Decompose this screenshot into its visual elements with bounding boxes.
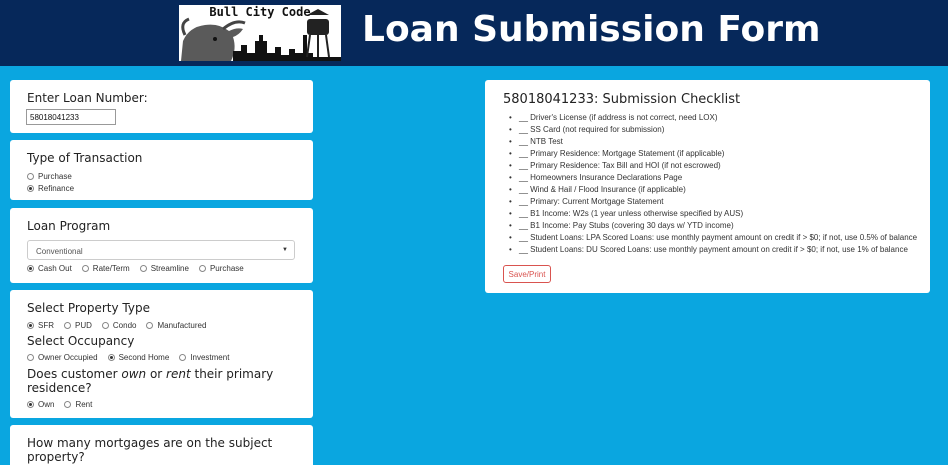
radio-icon [64, 321, 71, 329]
list-item: __ SS Card (not required for submission) [507, 124, 917, 136]
list-item: __ Student Loans: LPA Scored Loans: use … [507, 232, 917, 244]
loan-program-label: Loan Program [27, 219, 111, 233]
list-item: __ Primary Residence: Mortgage Statement… [507, 148, 917, 160]
radio-own[interactable]: Own [27, 398, 54, 410]
list-item: __ Wind & Hail / Flood Insurance (if app… [507, 184, 917, 196]
transaction-options: Purchase Refinance [27, 170, 74, 194]
mortgages-card: How many mortgages are on the subject pr… [10, 425, 313, 465]
list-item: __ Primary: Current Mortgage Statement [507, 196, 917, 208]
radio-label: Cash Out [38, 263, 72, 273]
radio-pud[interactable]: PUD [64, 319, 92, 331]
question-text: Does customer [27, 367, 122, 381]
radio-icon [107, 353, 115, 361]
loan-program-select[interactable]: Conventional ▼ [27, 240, 295, 260]
property-type-label: Select Property Type [27, 301, 150, 315]
radio-label: Rate/Term [92, 263, 130, 273]
question-rent: rent [166, 367, 191, 381]
radio-second-home[interactable]: Second Home [107, 351, 170, 363]
radio-label: Manufactured [157, 320, 207, 330]
residence-options: Own Rent [27, 398, 92, 410]
radio-icon [64, 400, 72, 408]
occupancy-options: Owner Occupied Second Home Investment [27, 351, 229, 363]
radio-icon [27, 353, 34, 361]
radio-icon [27, 172, 34, 180]
bull-city-code-logo: Bull City Code [179, 5, 341, 61]
radio-manufactured[interactable]: Manufactured [146, 319, 206, 331]
radio-icon [146, 321, 154, 329]
radio-label: Owner Occupied [38, 352, 98, 362]
list-item: __ Homeowners Insurance Declarations Pag… [507, 172, 917, 184]
radio-label: Condo [112, 320, 137, 330]
radio-investment[interactable]: Investment [179, 351, 229, 363]
radio-label: Second Home [118, 352, 170, 362]
loan-number-label: Enter Loan Number: [27, 91, 148, 105]
radio-owner-occupied[interactable]: Owner Occupied [27, 351, 98, 363]
list-item: __ NTB Test [507, 136, 917, 148]
logo-text: Bull City Code [209, 5, 311, 19]
radio-label: Streamline [150, 263, 189, 273]
property-card: Select Property Type SFR PUD Condo Manuf… [10, 290, 313, 418]
list-item: __ Primary Residence: Tax Bill and HOI (… [507, 160, 917, 172]
page-title: Loan Submission Form [362, 9, 821, 50]
transaction-type-label: Type of Transaction [27, 151, 143, 165]
radio-icon [101, 321, 109, 329]
radio-refinance[interactable]: Refinance [27, 182, 74, 194]
question-own: own [121, 367, 147, 381]
radio-icon [27, 184, 34, 192]
radio-sfr[interactable]: SFR [27, 319, 54, 331]
radio-label: Purchase [209, 263, 244, 273]
radio-cash-out[interactable]: Cash Out [27, 262, 72, 274]
checklist-title: 58018041233: Submission Checklist [503, 92, 741, 107]
radio-label: Refinance [38, 183, 75, 193]
radio-rent[interactable]: Rent [64, 398, 92, 410]
list-item: __ B1 Income: Pay Stubs (covering 30 day… [507, 220, 917, 232]
radio-label: SFR [38, 320, 54, 330]
property-type-options: SFR PUD Condo Manufactured [27, 319, 206, 331]
radio-streamline[interactable]: Streamline [139, 262, 189, 274]
checklist-list: __ Driver's License (if address is not c… [507, 112, 917, 256]
list-item: __ Student Loans: DU Scored Loans: use m… [507, 244, 917, 256]
radio-icon [27, 321, 34, 329]
program-options: Cash Out Rate/Term Streamline Purchase [27, 262, 244, 274]
radio-icon [198, 264, 206, 272]
loan-program-card: Loan Program Conventional ▼ Cash Out Rat… [10, 208, 313, 283]
app-header: Bull City Code Loan Submission Form [0, 0, 948, 66]
list-item: __ B1 Income: W2s (1 year unless otherwi… [507, 208, 917, 220]
radio-label: Rent [75, 399, 93, 409]
radio-rate-term[interactable]: Rate/Term [81, 262, 130, 274]
radio-label: Own [38, 399, 55, 409]
occupancy-label: Select Occupancy [27, 334, 135, 348]
select-value: Conventional [36, 247, 83, 256]
radio-label: Investment [190, 352, 230, 362]
radio-label: PUD [75, 320, 92, 330]
radio-purchase[interactable]: Purchase [27, 170, 74, 182]
radio-icon [27, 264, 34, 272]
radio-icon [27, 400, 34, 408]
list-item: __ Driver's License (if address is not c… [507, 112, 917, 124]
loan-number-card: Enter Loan Number: [10, 80, 313, 133]
transaction-type-card: Type of Transaction Purchase Refinance [10, 140, 313, 200]
question-text: or [146, 367, 167, 381]
residence-question: Does customer own or rent their primary … [27, 367, 287, 395]
loan-number-input[interactable] [26, 109, 116, 125]
save-print-button[interactable]: Save/Print [503, 265, 551, 283]
radio-condo[interactable]: Condo [101, 319, 137, 331]
radio-purchase-program[interactable]: Purchase [198, 262, 244, 274]
chevron-down-icon: ▼ [282, 247, 288, 253]
checklist-card: 58018041233: Submission Checklist __ Dri… [485, 80, 930, 293]
radio-icon [81, 264, 89, 272]
radio-icon [139, 264, 147, 272]
mortgages-label: How many mortgages are on the subject pr… [27, 436, 273, 464]
radio-label: Purchase [38, 171, 72, 181]
radio-icon [179, 353, 187, 361]
